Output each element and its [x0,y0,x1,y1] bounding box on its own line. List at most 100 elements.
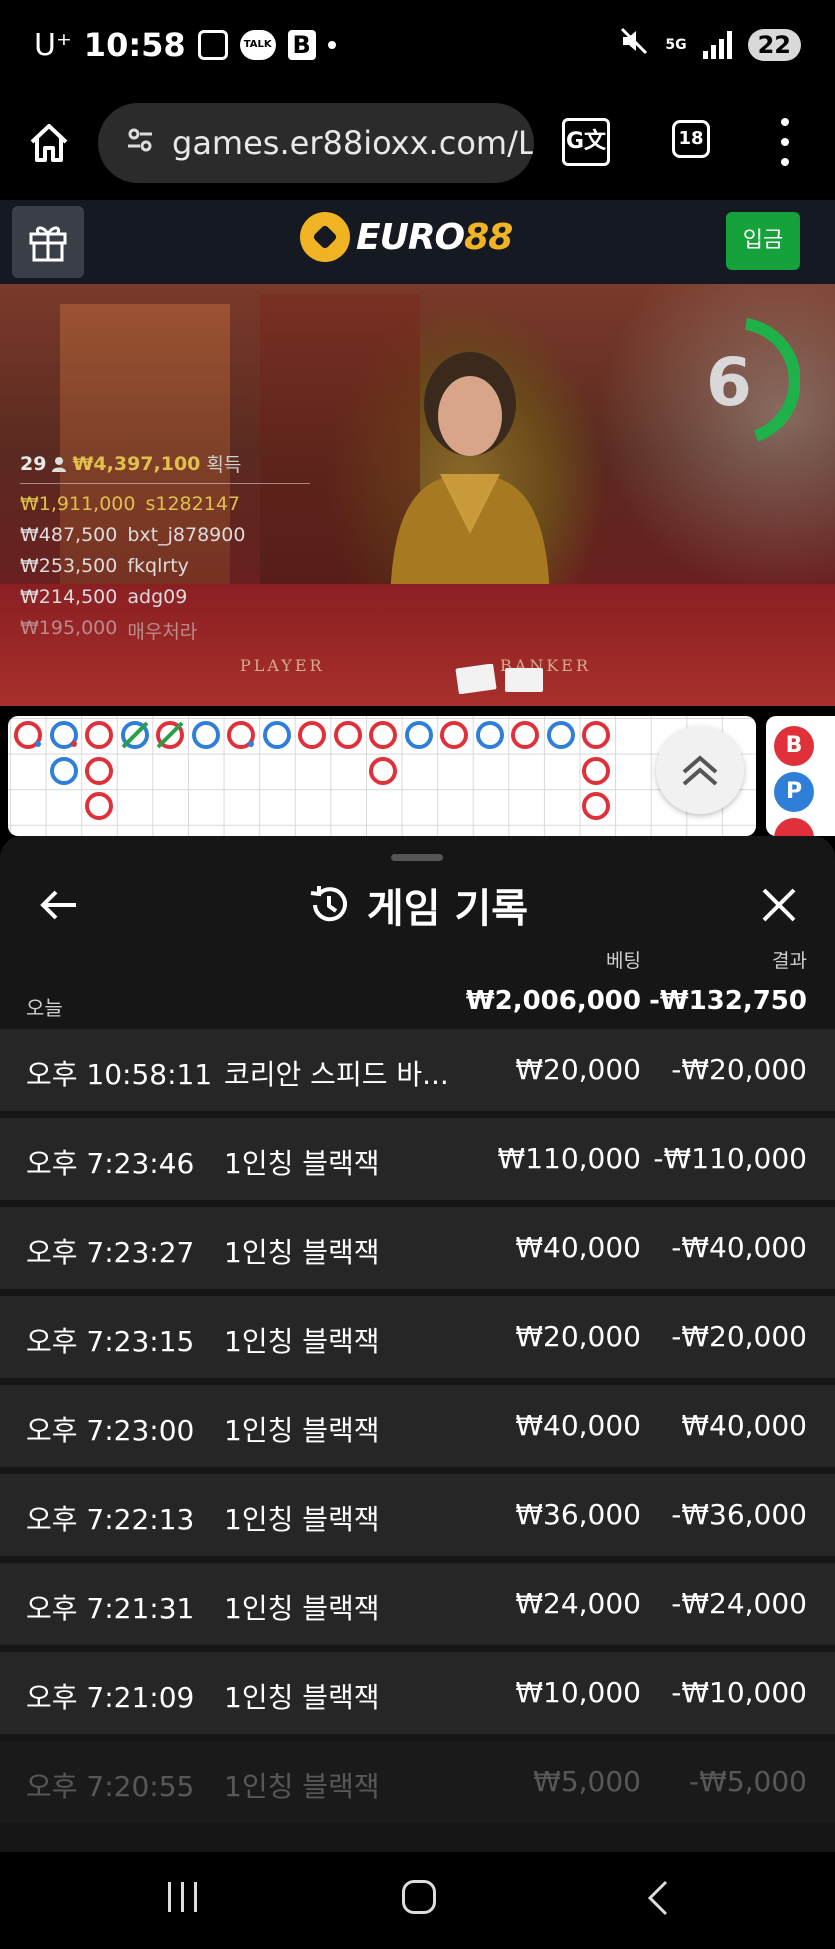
row-result: -₩5,000 [689,1765,807,1798]
kakaotalk-notification-icon: TALK [239,30,276,60]
gift-button[interactable] [12,206,84,278]
gift-icon [29,226,67,262]
side-road-panel[interactable]: B P [766,716,835,836]
mute-icon [619,26,649,63]
row-game: 1인칭 블랙잭 [224,1147,380,1180]
banker-marker: B [774,726,814,766]
row-game: 1인칭 블랙잭 [224,1503,380,1536]
sheet-drag-handle[interactable] [391,854,443,861]
history-row[interactable]: 오후 7:23:15 1인칭 블랙잭 ₩20,000 -₩20,000 [0,1296,835,1378]
browser-home-button[interactable] [26,120,72,166]
history-row[interactable]: 오후 7:20:55 1인칭 블랙잭 ₩5,000 -₩5,000 [0,1741,835,1823]
history-row[interactable]: 오후 10:58:11 코리안 스피드 바... ₩20,000 -₩20,00… [0,1029,835,1111]
row-result: -₩20,000 [671,1053,807,1086]
status-bar: U⁺ 10:58 TALK B 5G 22 [0,0,835,96]
history-icon [310,886,347,922]
winner-row: ₩253,500 fkqlrty [20,555,189,577]
row-time: 오후 7:20:55 [26,1770,195,1803]
winner-row: ₩1,911,000 s1282147 [20,493,241,515]
history-row[interactable]: 오후 7:22:13 1인칭 블랙잭 ₩36,000 -₩36,000 [0,1474,835,1556]
road-map-marks [14,721,610,820]
browser-toolbar: games.er88ioxx.com/Lau G文 18 [0,96,835,200]
system-nav-bar [0,1852,835,1949]
countdown-timer: 6 [706,344,752,421]
row-result: -₩24,000 [671,1587,807,1620]
network-type-icon: 5G [665,36,687,53]
euro88-logo[interactable]: EURO88 [300,212,513,262]
bet-column-header: 베팅 [606,950,641,972]
screenshot-notification-icon [197,30,228,60]
translate-button[interactable]: G文 [562,118,610,166]
address-bar[interactable]: games.er88ioxx.com/Lau [98,103,534,183]
bead-road-map[interactable] [8,716,756,836]
home-icon [30,124,68,162]
winners-total: ₩4,397,100 [72,452,201,475]
home-button[interactable] [402,1880,436,1914]
row-time: 오후 7:23:46 [26,1147,195,1180]
row-time: 오후 7:23:15 [26,1325,195,1358]
row-bet: ₩10,000 [515,1676,641,1709]
row-time: 오후 7:23:27 [26,1236,195,1269]
back-nav-button[interactable] [640,1878,680,1918]
double-chevron-up-icon [682,755,718,786]
row-time: 오후 7:23:00 [26,1414,195,1447]
tab-switcher-button[interactable]: 18 [672,120,710,158]
b-app-notification-icon: B [287,30,316,60]
history-row[interactable]: 오후 7:21:09 1인칭 블랙잭 ₩10,000 -₩10,000 [0,1652,835,1734]
banker-marker-partial [774,818,814,836]
soccer-ball-icon [300,212,350,262]
sheet-header: 게임 기록 [0,876,835,934]
row-bet: ₩20,000 [515,1320,641,1353]
close-button[interactable] [756,882,802,928]
url-text: games.er88ioxx.com/Lau [172,124,534,162]
history-row[interactable]: 오후 7:21:31 1인칭 블랙잭 ₩24,000 -₩24,000 [0,1563,835,1645]
game-history-sheet: 게임 기록 베팅 결과 오늘 ₩2,006,000 -₩132,750 오후 1… [0,836,835,1852]
history-list: 오후 10:58:11 코리안 스피드 바... ₩20,000 -₩20,00… [0,1029,835,1830]
table-player-label: PLAYER [240,656,325,675]
dealt-cards [455,664,543,694]
carrier-label: U⁺ [34,27,72,63]
row-result: ₩40,000 [681,1409,807,1442]
row-bet: ₩40,000 [515,1231,641,1264]
close-icon [762,888,796,922]
row-time: 오후 7:21:09 [26,1681,195,1714]
row-time: 오후 7:21:31 [26,1592,195,1625]
player-marker: P [774,772,814,812]
row-game: 1인칭 블랙잭 [224,1681,380,1714]
site-header: EURO88 입금 [0,200,835,284]
winners-list: 29 ₩4,397,100 획득 ₩1,911,000 s1282147 ₩487… [20,450,310,644]
winner-row: ₩487,500 bxt_j878900 [20,524,246,546]
winners-total-label: 획득 [206,454,242,476]
row-bet: ₩40,000 [515,1409,641,1442]
clock: 10:58 [83,26,186,64]
chevron-left-icon [647,1880,668,1916]
row-time: 오후 10:58:11 [26,1058,213,1091]
recent-apps-button[interactable] [168,1882,197,1912]
site-settings-icon[interactable] [126,126,154,161]
winner-count: 29 [20,452,47,475]
winner-row: ₩195,000 매우처라 [20,617,198,643]
row-result: -₩20,000 [671,1320,807,1353]
history-row[interactable]: 오후 7:23:27 1인칭 블랙잭 ₩40,000 -₩40,000 [0,1207,835,1289]
daily-summary: 오늘 ₩2,006,000 -₩132,750 [0,986,835,1026]
row-result: -₩36,000 [671,1498,807,1531]
more-notifications-dot-icon [327,41,336,49]
row-bet: ₩36,000 [515,1498,641,1531]
row-game: 1인칭 블랙잭 [224,1592,380,1625]
total-result: -₩132,750 [649,986,807,1016]
battery-indicator: 22 [747,28,801,61]
today-label: 오늘 [26,996,63,1020]
history-row[interactable]: 오후 7:23:46 1인칭 블랙잭 ₩110,000 -₩110,000 [0,1118,835,1200]
signal-icon [702,30,732,59]
deposit-button[interactable]: 입금 [726,212,800,270]
row-bet: ₩110,000 [497,1142,641,1175]
live-video[interactable]: PLAYER BANKER 6 29 ₩4,397,100 획득 ₩1,911,… [0,284,835,706]
row-time: 오후 7:22:13 [26,1503,195,1536]
history-row[interactable]: 오후 7:23:00 1인칭 블랙잭 ₩40,000 ₩40,000 [0,1385,835,1467]
expand-roadmap-button[interactable] [656,726,744,814]
winners-summary: 29 ₩4,397,100 획득 [20,450,310,484]
total-bet: ₩2,006,000 [465,986,641,1016]
row-game: 1인칭 블랙잭 [224,1770,380,1803]
row-bet: ₩24,000 [515,1587,641,1620]
browser-menu-button[interactable] [778,118,792,166]
